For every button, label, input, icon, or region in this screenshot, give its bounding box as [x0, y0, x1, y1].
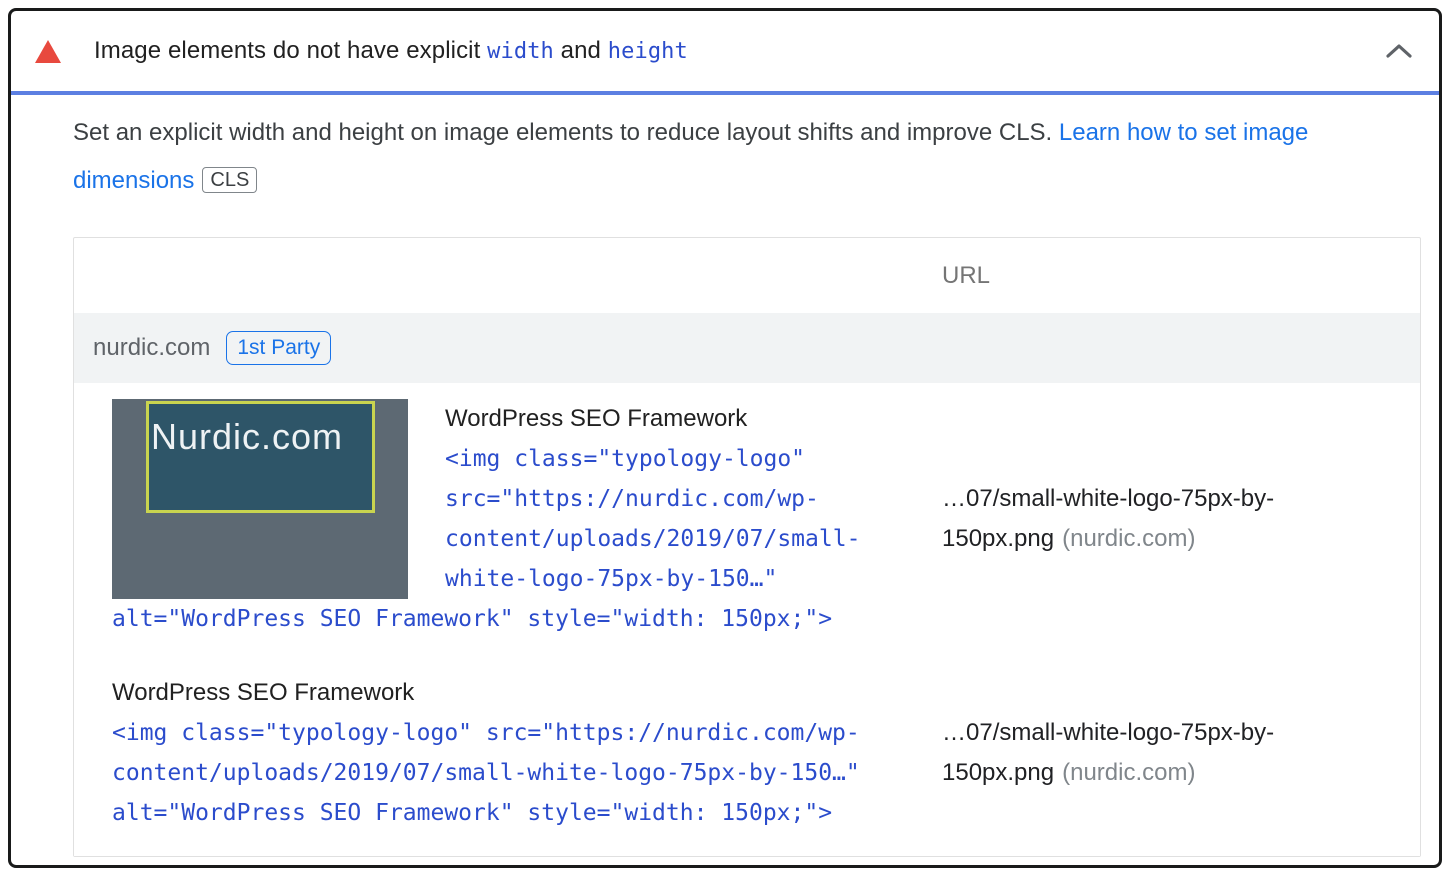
audit-card: Image elements do not have explicit widt…	[8, 8, 1442, 868]
warning-triangle-icon	[35, 39, 61, 63]
details-table: URL nurdic.com 1st Party Nurdic.com Word…	[73, 237, 1421, 857]
url-cell: …07/small-white-logo-75px-by-150px.png (n…	[922, 479, 1420, 559]
node-cell: Nurdic.com WordPress SEO Framework <img …	[112, 399, 922, 639]
url-host: (nurdic.com)	[1062, 759, 1196, 786]
node-cell: WordPress SEO Framework <img class="typo…	[112, 673, 922, 833]
audit-title-text-and: and	[553, 37, 608, 64]
audit-description: Set an explicit width and height on imag…	[73, 109, 1363, 205]
node-snippet: <img class="typology-logo" src="https://…	[112, 720, 860, 826]
domain-group-row: nurdic.com 1st Party	[74, 313, 1420, 383]
audit-title-code-height: height	[607, 39, 688, 64]
url-column-header: URL	[942, 261, 991, 289]
first-party-badge: 1st Party	[226, 331, 332, 365]
url-host: (nurdic.com)	[1062, 525, 1196, 552]
description-text: Set an explicit width and height on imag…	[73, 119, 1059, 146]
node-label: WordPress SEO Framework	[112, 679, 415, 706]
group-domain-label: nurdic.com	[93, 334, 211, 361]
audit-header[interactable]: Image elements do not have explicit widt…	[11, 11, 1439, 91]
thumbnail-logo: Nurdic.com	[146, 401, 375, 513]
image-thumbnail: Nurdic.com	[112, 399, 408, 599]
url-value[interactable]: …07/small-white-logo-75px-by-150px.png (n…	[942, 479, 1302, 559]
audit-title-code-width: width	[487, 39, 554, 64]
table-items: Nurdic.com WordPress SEO Framework <img …	[74, 383, 1420, 856]
audit-body: Set an explicit width and height on imag…	[11, 95, 1439, 857]
url-cell: …07/small-white-logo-75px-by-150px.png (n…	[922, 713, 1420, 793]
cls-tag[interactable]: CLS	[202, 167, 258, 193]
chevron-up-icon[interactable]	[1385, 43, 1413, 59]
url-value[interactable]: …07/small-white-logo-75px-by-150px.png (n…	[942, 713, 1302, 793]
table-row: WordPress SEO Framework <img class="typo…	[112, 673, 1420, 833]
audit-title-text: Image elements do not have explicit	[94, 37, 488, 64]
table-header-row: URL	[74, 238, 1420, 313]
table-row: Nurdic.com WordPress SEO Framework <img …	[112, 399, 1420, 639]
audit-title: Image elements do not have explicit widt…	[94, 37, 1385, 65]
